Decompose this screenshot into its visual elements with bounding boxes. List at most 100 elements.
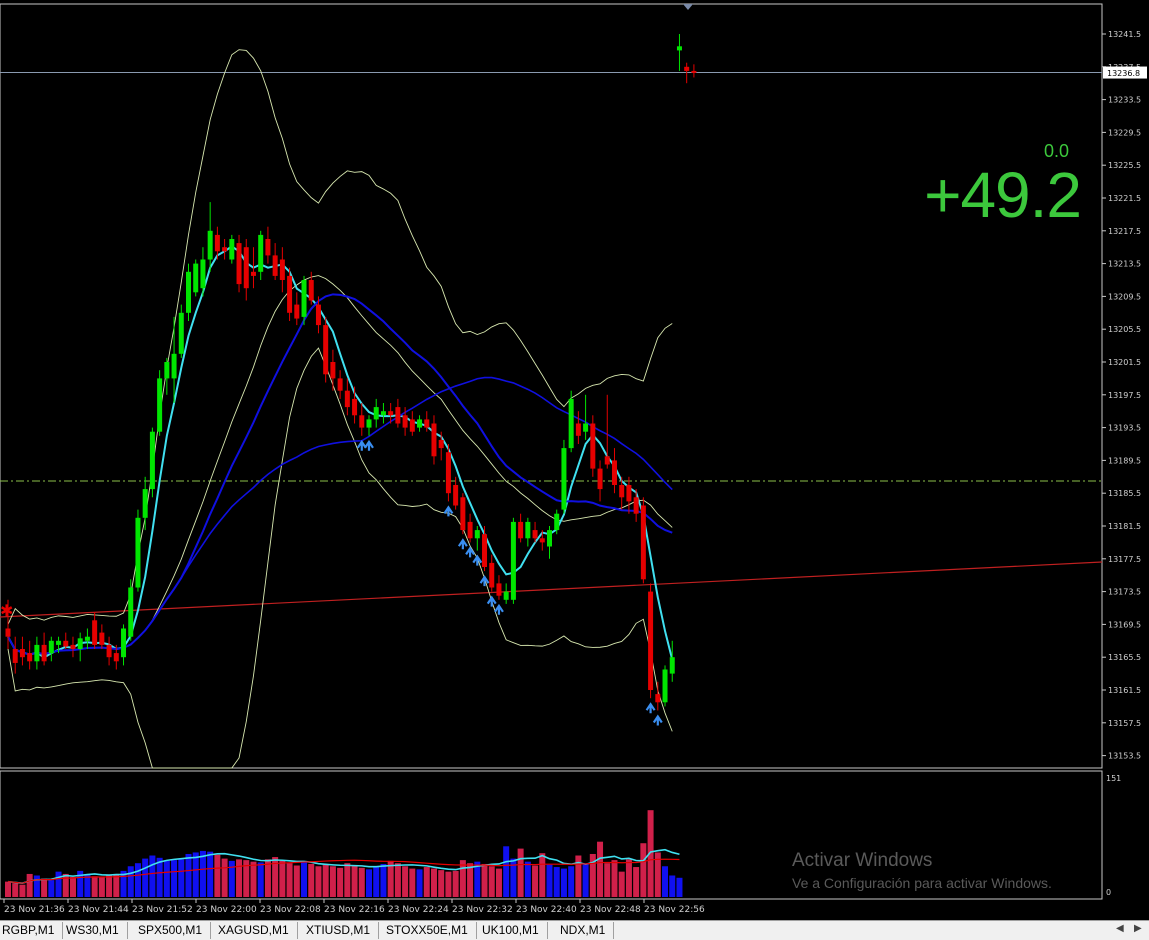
candle[interactable] [547, 526, 552, 559]
candle[interactable] [330, 349, 336, 391]
candle[interactable] [510, 517, 516, 604]
candle[interactable] [366, 415, 372, 436]
candle[interactable] [525, 517, 531, 547]
candle[interactable] [294, 292, 300, 326]
candle[interactable] [178, 304, 184, 358]
volume-min-label: 0 [1106, 888, 1111, 897]
candle[interactable] [467, 513, 473, 543]
candle[interactable] [453, 476, 459, 510]
volume-bar [171, 860, 178, 897]
tab-stoxx50e-m1[interactable]: STOXX50E,M1 [380, 922, 477, 939]
candle[interactable] [575, 411, 581, 444]
candle[interactable] [648, 583, 654, 699]
candle[interactable] [84, 628, 90, 650]
candle[interactable] [604, 394, 610, 469]
volume-bar [250, 861, 257, 897]
candle[interactable] [583, 394, 589, 440]
candle-body [301, 280, 307, 317]
candle[interactable] [676, 34, 682, 71]
candle[interactable] [92, 612, 98, 649]
candle[interactable] [655, 681, 661, 711]
current-price-label: 13236.8 [1107, 69, 1140, 78]
tab-xagusd-m1[interactable]: XAGUSD,M1 [212, 922, 298, 939]
candle[interactable] [640, 497, 646, 584]
candle[interactable] [568, 390, 574, 453]
chart-shift-marker[interactable] [683, 4, 693, 10]
candle[interactable] [590, 415, 596, 477]
candle[interactable] [691, 64, 697, 78]
candle[interactable] [258, 230, 264, 280]
candle[interactable] [460, 493, 466, 535]
candle[interactable] [431, 415, 437, 465]
candle[interactable] [77, 632, 83, 662]
candle[interactable] [48, 636, 54, 662]
candle[interactable] [633, 489, 639, 522]
candle[interactable] [518, 513, 524, 543]
candle[interactable] [106, 636, 112, 666]
candle[interactable] [12, 636, 18, 674]
candle[interactable] [359, 403, 365, 436]
candle[interactable] [352, 386, 358, 424]
price-chart[interactable]: ✱ 13241.513237.513233.513229.513225.5132… [0, 0, 1149, 920]
candle[interactable] [503, 583, 509, 604]
tab-ws30-m1[interactable]: WS30,M1 [60, 922, 128, 939]
candle[interactable] [121, 624, 127, 666]
tab-rgbp-m1[interactable]: RGBP,M1 [0, 922, 64, 939]
candle[interactable] [409, 411, 415, 436]
candle[interactable] [279, 247, 285, 293]
tabs-scroll-left-icon[interactable]: ◀ [1116, 923, 1124, 934]
candle[interactable] [157, 370, 163, 436]
candle-body [5, 628, 11, 637]
candle[interactable] [337, 370, 343, 399]
tab-xtiusd-m1[interactable]: XTIUSD,M1 [300, 922, 380, 939]
candle-body [676, 46, 682, 51]
trend-line[interactable] [0, 561, 1103, 618]
candle[interactable] [323, 316, 329, 383]
tab-uk100-m1[interactable]: UK100,M1 [476, 922, 548, 939]
candle[interactable] [236, 234, 242, 293]
tabs-scroll-right-icon[interactable]: ▶ [1134, 923, 1142, 934]
candle[interactable] [128, 579, 134, 641]
candle[interactable] [149, 427, 155, 498]
tab-ndx-m1[interactable]: NDX,M1 [554, 922, 615, 939]
candle[interactable] [474, 526, 480, 551]
candle[interactable] [373, 398, 379, 428]
candle[interactable] [222, 239, 228, 260]
chart-window[interactable]: ✱ 13241.513237.513233.513229.513225.5132… [0, 0, 1149, 940]
candle[interactable] [70, 636, 76, 658]
candle[interactable] [164, 357, 170, 395]
candle[interactable] [63, 632, 69, 649]
candle[interactable] [662, 665, 668, 707]
candle[interactable] [41, 632, 47, 666]
candle-body [568, 398, 574, 449]
candle-body [655, 694, 661, 703]
candle[interactable] [445, 444, 451, 502]
candle[interactable] [380, 403, 386, 424]
candle[interactable] [561, 439, 567, 514]
candle[interactable] [207, 202, 213, 272]
candle[interactable] [135, 509, 141, 592]
candle[interactable] [34, 636, 40, 670]
candle[interactable] [496, 575, 502, 600]
candle[interactable] [597, 460, 603, 502]
tab-spx500-m1[interactable]: SPX500,M1 [132, 922, 212, 939]
candle[interactable] [417, 415, 423, 432]
candle[interactable] [99, 624, 105, 649]
candle[interactable] [142, 476, 148, 531]
volume-bar [301, 862, 308, 897]
candle[interactable] [611, 448, 617, 494]
candle[interactable] [186, 263, 191, 321]
candle[interactable] [19, 636, 25, 666]
candle[interactable] [27, 640, 33, 670]
time-axis-label: 23 Nov 22:16 [324, 905, 385, 915]
candle[interactable] [395, 398, 401, 428]
candle[interactable] [265, 226, 271, 264]
candle[interactable] [669, 640, 675, 682]
candle[interactable] [489, 554, 495, 592]
candle[interactable] [193, 259, 199, 297]
candle[interactable] [272, 243, 278, 280]
candle[interactable] [243, 239, 249, 301]
candle[interactable] [344, 378, 350, 416]
candle[interactable] [229, 234, 235, 264]
candle[interactable] [626, 476, 632, 514]
